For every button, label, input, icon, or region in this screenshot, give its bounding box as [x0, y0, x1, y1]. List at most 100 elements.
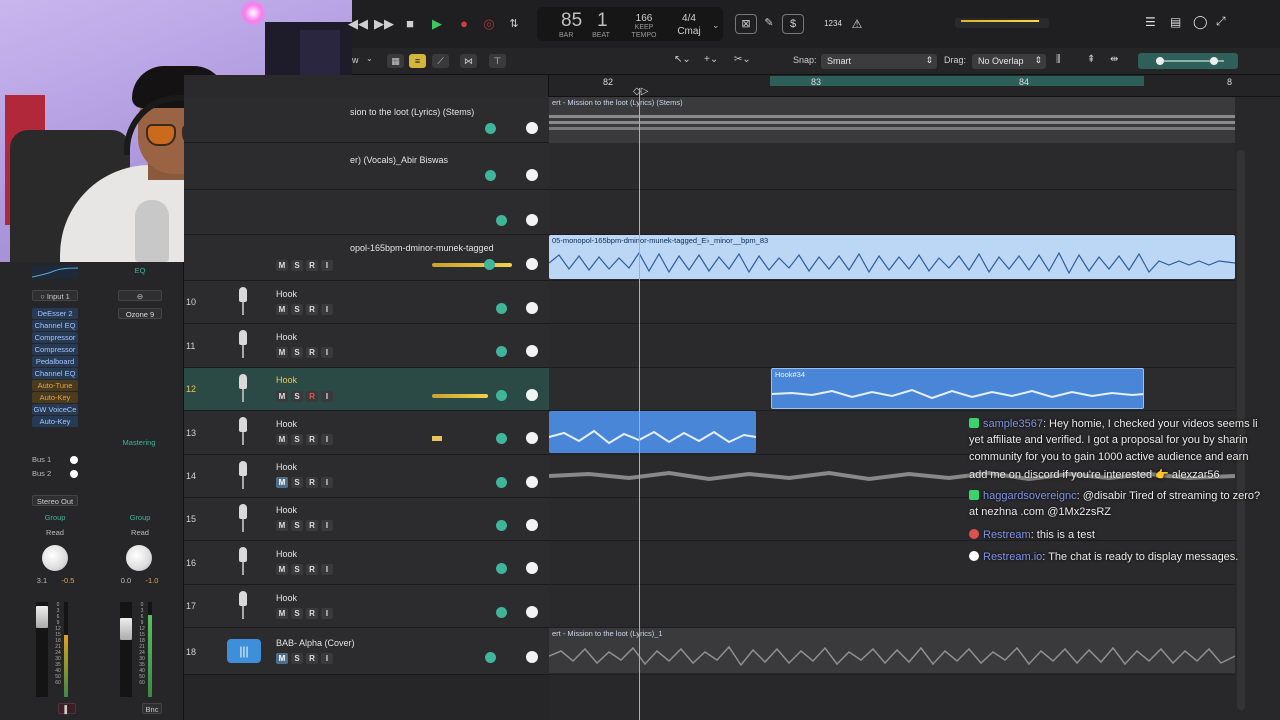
empty-track-area[interactable] [184, 675, 549, 720]
view-menu[interactable]: w [352, 55, 359, 65]
horizontal-zoom-icon[interactable]: ⇹ [1110, 54, 1118, 65]
lcd-display[interactable]: 85 1 BAR BEAT 166 KEEP TEMPO 4/4 Cmaj ⌄ [537, 7, 723, 41]
track-header[interactable]: er) (Vocals)_Abir Biswas [184, 143, 549, 190]
plugin-slot-8[interactable]: Auto-Key [32, 392, 78, 403]
volume-slider[interactable] [432, 263, 512, 267]
pan-indicator[interactable] [485, 170, 496, 181]
metronome-icon[interactable]: ⚠ [848, 14, 866, 34]
volume-knob[interactable] [526, 519, 538, 531]
zoom-slider-area[interactable] [1138, 53, 1238, 69]
catch-icon[interactable]: ⊤ [489, 54, 506, 68]
audio-region-alpha[interactable]: ert - Mission to the loot (Lyrics)_1 [549, 628, 1235, 673]
stop-button[interactable]: ■ [400, 14, 420, 34]
replace-icon[interactable]: ⊠ [735, 14, 757, 34]
play-button[interactable]: ▶ [427, 14, 447, 34]
solo-button[interactable]: S [291, 260, 303, 271]
media-browser-icon[interactable]: ⤢ [1216, 14, 1226, 29]
volume-knob[interactable] [526, 214, 538, 226]
volume-knob[interactable] [526, 606, 538, 618]
volume-knob[interactable] [526, 345, 538, 357]
track-lane[interactable] [549, 541, 1235, 585]
playhead-handle-icon[interactable]: ◇▷ [633, 86, 648, 97]
track-header[interactable]: opol-165bpm-dminor-munek-tagged MSRI [184, 235, 549, 281]
pan-indicator[interactable] [484, 259, 495, 270]
input-monitor-button[interactable]: I [321, 477, 333, 488]
track-lane[interactable] [549, 324, 1235, 368]
track-name[interactable]: opol-165bpm-dminor-munek-tagged [350, 243, 494, 253]
zoom-slider-handle[interactable] [1210, 57, 1218, 65]
record-enable-button[interactable]: R [306, 434, 318, 445]
vertical-scrollbar[interactable] [1237, 150, 1245, 710]
count-in-button[interactable]: 1234 [820, 14, 846, 34]
snap-select[interactable]: Smart ⇕ [821, 54, 937, 69]
plugin-slot-1[interactable]: DeEsser 2 [32, 308, 78, 319]
group-slot-left[interactable]: Group [32, 513, 78, 522]
pointer-tool-icon[interactable]: ↖⌄ [674, 54, 691, 65]
pan-indicator[interactable] [496, 607, 507, 618]
solo-icon[interactable]: $ [782, 14, 804, 34]
volume-fader-right[interactable] [120, 602, 132, 697]
automation-mode-left[interactable]: Read [32, 528, 78, 537]
mute-button[interactable]: M [276, 347, 288, 358]
vertical-zoom-icon[interactable]: ⇞ [1087, 54, 1095, 65]
plugin-slot-ozone[interactable]: Ozone 9 [118, 308, 162, 319]
send-bus-1[interactable]: Bus 1 [32, 455, 62, 464]
plugin-slot-5[interactable]: Pedalboard [32, 356, 78, 367]
audio-region-hook13[interactable] [549, 411, 756, 453]
track-lane[interactable] [549, 585, 1235, 628]
record-enable-button[interactable]: R [306, 391, 318, 402]
track-name[interactable]: Hook [276, 332, 297, 342]
track-lane[interactable] [549, 143, 1235, 190]
pan-indicator[interactable] [496, 215, 507, 226]
track-name[interactable]: Hook [276, 419, 297, 429]
track-header[interactable]: sion to the loot (Lyrics) (Stems) [184, 97, 549, 143]
list-view-icon[interactable]: ≡ [409, 54, 426, 68]
input-monitor-button[interactable]: I [321, 347, 333, 358]
track-lane[interactable] [549, 281, 1235, 324]
solo-button[interactable]: S [291, 434, 303, 445]
record-enable-button[interactable]: R [306, 608, 318, 619]
track-header[interactable]: 13 Hook MSRI [184, 411, 549, 455]
track-header[interactable] [184, 190, 549, 235]
bounce-button[interactable]: Bnc [142, 703, 162, 714]
track-header[interactable]: 15 Hook MSRI [184, 498, 549, 541]
send-knob-2[interactable] [70, 470, 78, 478]
pan-indicator[interactable] [485, 123, 496, 134]
plugin-slot-3[interactable]: Compressor [32, 332, 78, 343]
rewind-button[interactable]: ◀◀ [348, 14, 368, 34]
mute-button[interactable]: M [276, 653, 288, 664]
input-monitor-button[interactable]: I [321, 653, 333, 664]
mute-button[interactable]: M [276, 608, 288, 619]
track-header[interactable]: 11 Hook MSRI [184, 324, 549, 368]
track-name[interactable]: Hook [276, 549, 297, 559]
solo-button[interactable]: S [291, 520, 303, 531]
pan-indicator[interactable] [485, 652, 496, 663]
track-name[interactable]: Hook [276, 462, 297, 472]
input-monitor-button[interactable]: I [321, 260, 333, 271]
volume-knob[interactable] [526, 302, 538, 314]
zoom-slider-handle[interactable] [1156, 57, 1164, 65]
grid-view-icon[interactable]: ▦ [387, 54, 404, 68]
output-slot[interactable]: Stereo Out [32, 495, 78, 506]
track-name[interactable]: BAB- Alpha (Cover) [276, 638, 355, 648]
volume-knob[interactable] [526, 169, 538, 181]
track-header[interactable]: 18 ||| BAB- Alpha (Cover) MSRI [184, 628, 549, 675]
track-header[interactable]: 10 Hook MSRI [184, 281, 549, 324]
volume-knob[interactable] [526, 389, 538, 401]
track-header[interactable]: 14 Hook MSRI [184, 455, 549, 498]
plugin-slot-2[interactable]: Channel EQ [32, 320, 78, 331]
volume-knob[interactable] [526, 258, 538, 270]
mute-button[interactable]: M [276, 260, 288, 271]
bounce-record-icon[interactable]: ▌ [58, 703, 76, 714]
volume-knob[interactable] [526, 476, 538, 488]
record-enable-button[interactable]: R [306, 477, 318, 488]
record-enable-button[interactable]: R [306, 520, 318, 531]
volume-knob[interactable] [526, 651, 538, 663]
pan-knob-right[interactable] [126, 545, 152, 571]
plugin-slot-7[interactable]: Auto-Tune [32, 380, 78, 391]
fader-handle[interactable] [36, 606, 48, 628]
track-header-selected[interactable]: 12 Hook MSRI [184, 368, 549, 411]
record-enable-button[interactable]: R [306, 564, 318, 575]
tuning-fork-icon[interactable]: ✎ [758, 14, 780, 34]
flex-icon[interactable]: ⋈ [460, 54, 477, 68]
